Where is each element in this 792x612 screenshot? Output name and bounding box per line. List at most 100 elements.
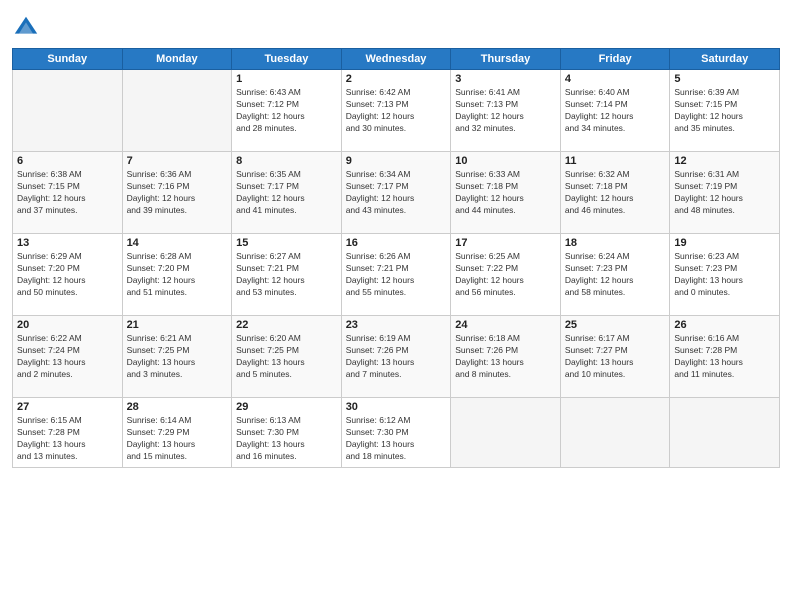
day-number: 25 bbox=[565, 319, 666, 331]
day-cell: 13Sunrise: 6:29 AM Sunset: 7:20 PM Dayli… bbox=[13, 234, 123, 316]
day-info: Sunrise: 6:23 AM Sunset: 7:23 PM Dayligh… bbox=[674, 251, 775, 299]
day-cell: 17 Sunrise: 6:25 AM Sunset: 7:22 PM Dayli… bbox=[451, 234, 561, 316]
weekday-header-thursday: Thursday bbox=[451, 49, 561, 70]
day-info: Sunrise: 6:33 AM Sunset: 7:18 PM Dayligh… bbox=[455, 169, 556, 217]
day-number: 15 bbox=[236, 237, 337, 249]
weekday-header-tuesday: Tuesday bbox=[232, 49, 342, 70]
day-number: 5 bbox=[674, 73, 775, 85]
day-cell: 30 Sunrise: 6:12 AM Sunset: 7:30 PM Dayli… bbox=[341, 398, 451, 468]
day-cell: 8 Sunrise: 6:35 AM Sunset: 7:17 PM Daylig… bbox=[232, 152, 342, 234]
day-info: Sunrise: 6:42 AM Sunset: 7:13 PM Dayligh… bbox=[346, 87, 447, 135]
day-info: Sunrise: 6:27 AM Sunset: 7:21 PM Dayligh… bbox=[236, 251, 337, 299]
day-number: 20 bbox=[17, 319, 118, 331]
logo-icon bbox=[12, 14, 40, 42]
day-number: 27 bbox=[17, 401, 118, 413]
day-number: 3 bbox=[455, 73, 556, 85]
day-cell: 20 Sunrise: 6:22 AM Sunset: 7:24 PM Dayli… bbox=[13, 316, 123, 398]
weekday-header-wednesday: Wednesday bbox=[341, 49, 451, 70]
day-number: 30 bbox=[346, 401, 447, 413]
day-cell: 1 Sunrise: 6:43 AM Sunset: 7:12 PM Daylig… bbox=[232, 70, 342, 152]
day-cell: 14 Sunrise: 6:28 AM Sunset: 7:20 PM Dayli… bbox=[122, 234, 232, 316]
day-info: Sunrise: 6:12 AM Sunset: 7:30 PM Dayligh… bbox=[346, 415, 447, 463]
day-cell: 24Sunrise: 6:18 AM Sunset: 7:26 PM Dayli… bbox=[451, 316, 561, 398]
day-number: 4 bbox=[565, 73, 666, 85]
day-cell bbox=[670, 398, 780, 468]
day-info: Sunrise: 6:34 AM Sunset: 7:17 PM Dayligh… bbox=[346, 169, 447, 217]
day-cell: 25Sunrise: 6:17 AM Sunset: 7:27 PM Dayli… bbox=[560, 316, 670, 398]
calendar-row-3: 20 Sunrise: 6:22 AM Sunset: 7:24 PM Dayli… bbox=[13, 316, 780, 398]
calendar-table: SundayMondayTuesdayWednesdayThursdayFrid… bbox=[12, 48, 780, 468]
calendar-row-1: 6 Sunrise: 6:38 AM Sunset: 7:15 PM Daylig… bbox=[13, 152, 780, 234]
day-cell: 19 Sunrise: 6:23 AM Sunset: 7:23 PM Dayli… bbox=[670, 234, 780, 316]
day-info: Sunrise: 6:38 AM Sunset: 7:15 PM Dayligh… bbox=[17, 169, 118, 217]
day-number: 16 bbox=[346, 237, 447, 249]
day-cell: 5 Sunrise: 6:39 AM Sunset: 7:15 PM Daylig… bbox=[670, 70, 780, 152]
day-number: 2 bbox=[346, 73, 447, 85]
day-info: Sunrise: 6:16 AM Sunset: 7:28 PM Dayligh… bbox=[674, 333, 775, 381]
day-info: Sunrise: 6:24 AM Sunset: 7:23 PM Dayligh… bbox=[565, 251, 666, 299]
day-info: Sunrise: 6:31 AM Sunset: 7:19 PM Dayligh… bbox=[674, 169, 775, 217]
page: SundayMondayTuesdayWednesdayThursdayFrid… bbox=[0, 0, 792, 612]
day-number: 23 bbox=[346, 319, 447, 331]
day-cell: 2 Sunrise: 6:42 AM Sunset: 7:13 PM Daylig… bbox=[341, 70, 451, 152]
weekday-header-saturday: Saturday bbox=[670, 49, 780, 70]
day-number: 8 bbox=[236, 155, 337, 167]
day-cell: 4 Sunrise: 6:40 AM Sunset: 7:14 PM Daylig… bbox=[560, 70, 670, 152]
header bbox=[12, 10, 780, 42]
day-info: Sunrise: 6:20 AM Sunset: 7:25 PM Dayligh… bbox=[236, 333, 337, 381]
day-info: Sunrise: 6:32 AM Sunset: 7:18 PM Dayligh… bbox=[565, 169, 666, 217]
day-number: 12 bbox=[674, 155, 775, 167]
day-info: Sunrise: 6:28 AM Sunset: 7:20 PM Dayligh… bbox=[127, 251, 228, 299]
calendar-row-4: 27 Sunrise: 6:15 AM Sunset: 7:28 PM Dayli… bbox=[13, 398, 780, 468]
day-cell: 11 Sunrise: 6:32 AM Sunset: 7:18 PM Dayli… bbox=[560, 152, 670, 234]
day-info: Sunrise: 6:14 AM Sunset: 7:29 PM Dayligh… bbox=[127, 415, 228, 463]
day-number: 14 bbox=[127, 237, 228, 249]
day-info: Sunrise: 6:40 AM Sunset: 7:14 PM Dayligh… bbox=[565, 87, 666, 135]
day-cell bbox=[560, 398, 670, 468]
day-cell: 29 Sunrise: 6:13 AM Sunset: 7:30 PM Dayli… bbox=[232, 398, 342, 468]
day-info: Sunrise: 6:21 AM Sunset: 7:25 PM Dayligh… bbox=[127, 333, 228, 381]
day-cell: 10Sunrise: 6:33 AM Sunset: 7:18 PM Dayli… bbox=[451, 152, 561, 234]
day-cell bbox=[13, 70, 123, 152]
day-cell: 15 Sunrise: 6:27 AM Sunset: 7:21 PM Dayli… bbox=[232, 234, 342, 316]
day-info: Sunrise: 6:13 AM Sunset: 7:30 PM Dayligh… bbox=[236, 415, 337, 463]
day-number: 21 bbox=[127, 319, 228, 331]
day-info: Sunrise: 6:19 AM Sunset: 7:26 PM Dayligh… bbox=[346, 333, 447, 381]
day-info: Sunrise: 6:25 AM Sunset: 7:22 PM Dayligh… bbox=[455, 251, 556, 299]
day-info: Sunrise: 6:41 AM Sunset: 7:13 PM Dayligh… bbox=[455, 87, 556, 135]
day-info: Sunrise: 6:22 AM Sunset: 7:24 PM Dayligh… bbox=[17, 333, 118, 381]
logo bbox=[12, 14, 44, 42]
day-number: 6 bbox=[17, 155, 118, 167]
day-cell: 18 Sunrise: 6:24 AM Sunset: 7:23 PM Dayli… bbox=[560, 234, 670, 316]
day-cell: 22 Sunrise: 6:20 AM Sunset: 7:25 PM Dayli… bbox=[232, 316, 342, 398]
day-number: 19 bbox=[674, 237, 775, 249]
day-info: Sunrise: 6:26 AM Sunset: 7:21 PM Dayligh… bbox=[346, 251, 447, 299]
day-number: 22 bbox=[236, 319, 337, 331]
day-cell: 7Sunrise: 6:36 AM Sunset: 7:16 PM Daylig… bbox=[122, 152, 232, 234]
day-number: 26 bbox=[674, 319, 775, 331]
day-number: 11 bbox=[565, 155, 666, 167]
day-number: 28 bbox=[127, 401, 228, 413]
day-number: 29 bbox=[236, 401, 337, 413]
calendar-row-0: 1 Sunrise: 6:43 AM Sunset: 7:12 PM Daylig… bbox=[13, 70, 780, 152]
day-info: Sunrise: 6:35 AM Sunset: 7:17 PM Dayligh… bbox=[236, 169, 337, 217]
weekday-header-friday: Friday bbox=[560, 49, 670, 70]
day-number: 9 bbox=[346, 155, 447, 167]
day-cell: 9 Sunrise: 6:34 AM Sunset: 7:17 PM Daylig… bbox=[341, 152, 451, 234]
day-number: 18 bbox=[565, 237, 666, 249]
day-info: Sunrise: 6:43 AM Sunset: 7:12 PM Dayligh… bbox=[236, 87, 337, 135]
day-cell: 3 Sunrise: 6:41 AM Sunset: 7:13 PM Daylig… bbox=[451, 70, 561, 152]
day-cell bbox=[122, 70, 232, 152]
day-number: 7 bbox=[127, 155, 228, 167]
day-info: Sunrise: 6:15 AM Sunset: 7:28 PM Dayligh… bbox=[17, 415, 118, 463]
day-info: Sunrise: 6:39 AM Sunset: 7:15 PM Dayligh… bbox=[674, 87, 775, 135]
day-number: 1 bbox=[236, 73, 337, 85]
day-cell bbox=[451, 398, 561, 468]
day-cell: 6 Sunrise: 6:38 AM Sunset: 7:15 PM Daylig… bbox=[13, 152, 123, 234]
day-number: 17 bbox=[455, 237, 556, 249]
day-cell: 12 Sunrise: 6:31 AM Sunset: 7:19 PM Dayli… bbox=[670, 152, 780, 234]
day-cell: 16 Sunrise: 6:26 AM Sunset: 7:21 PM Dayli… bbox=[341, 234, 451, 316]
weekday-header-sunday: Sunday bbox=[13, 49, 123, 70]
day-cell: 28 Sunrise: 6:14 AM Sunset: 7:29 PM Dayli… bbox=[122, 398, 232, 468]
day-cell: 26 Sunrise: 6:16 AM Sunset: 7:28 PM Dayli… bbox=[670, 316, 780, 398]
